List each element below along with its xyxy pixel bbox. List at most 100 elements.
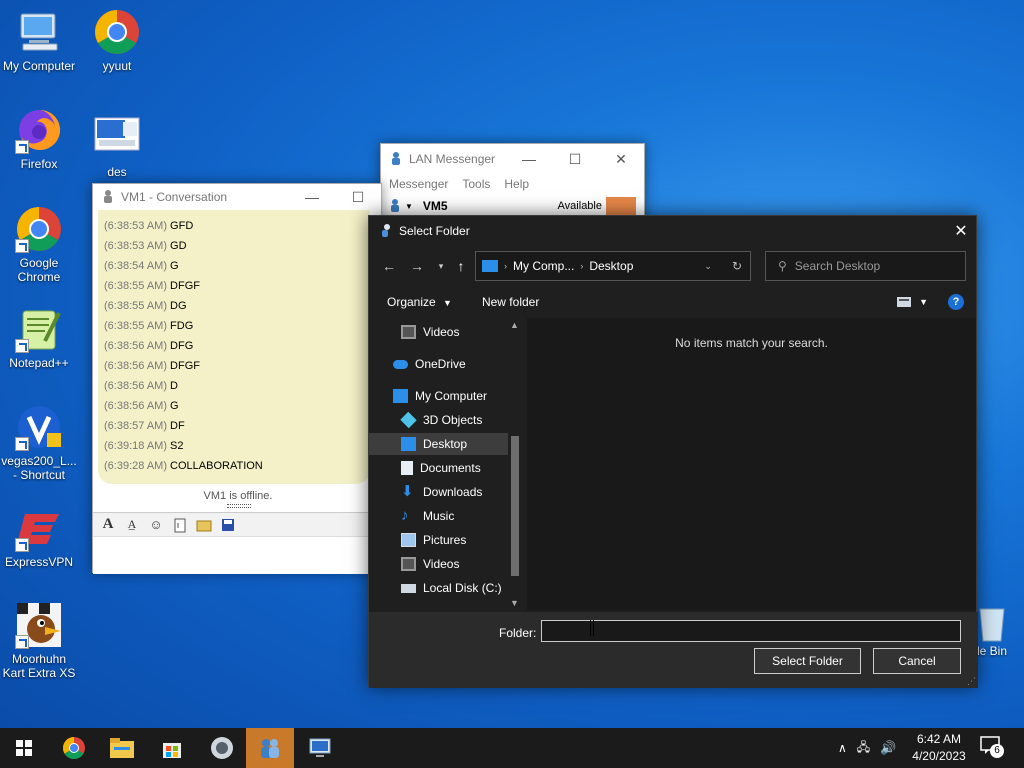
nav-item-onedrive[interactable]: OneDrive — [393, 353, 506, 375]
computer-icon — [393, 389, 408, 403]
scroll-down-icon[interactable]: ▼ — [510, 598, 519, 608]
taskbar-chrome[interactable] — [50, 728, 98, 768]
desktop-icon-label: Google Chrome — [17, 256, 61, 284]
taskbar-remote-desktop[interactable] — [296, 728, 344, 768]
clock[interactable]: 6:42 AM 4/20/2023 — [904, 731, 974, 765]
nav-item-videos[interactable]: Videos — [401, 553, 506, 575]
dropdown-icon[interactable]: ▼ — [405, 202, 413, 211]
nav-item-pictures[interactable]: Pictures — [401, 529, 506, 551]
up-icon[interactable]: ↑ — [449, 254, 473, 278]
resize-grip[interactable] — [227, 504, 251, 508]
font-icon[interactable]: A — [99, 516, 117, 534]
status-text[interactable]: Available — [558, 200, 602, 212]
desktop-icon-google-chrome[interactable]: Google Chrome — [0, 205, 78, 284]
navigation-scrollbar[interactable]: ▲ ▼ — [508, 318, 522, 610]
minimize-button[interactable]: — — [289, 184, 335, 210]
nav-item-music[interactable]: ♪ Music — [401, 505, 506, 527]
nav-item-videos-top[interactable]: Videos — [401, 321, 506, 343]
shortcut-arrow-icon — [15, 635, 29, 649]
send-folder-icon[interactable] — [195, 516, 213, 534]
desktop-icon — [401, 437, 416, 451]
notification-center-button[interactable]: 6 — [980, 736, 1008, 760]
taskbar-app-steam[interactable] — [198, 728, 246, 768]
address-dropdown-icon[interactable]: ⌄ — [704, 261, 712, 272]
view-options-icon[interactable]: ▼ — [897, 297, 928, 307]
start-button[interactable] — [0, 728, 48, 768]
offline-status: VM1 is offline. — [203, 490, 273, 502]
file-list-pane[interactable]: No items match your search. — [527, 318, 976, 610]
desktop-icon-notepadpp[interactable]: Notepad++ — [0, 305, 78, 370]
conversation-titlebar[interactable]: VM1 - Conversation — ☐ — [93, 184, 381, 210]
dialog-titlebar[interactable]: Select Folder — [369, 216, 976, 246]
taskbar-file-explorer[interactable] — [98, 728, 146, 768]
address-bar[interactable]: › My Comp... › Desktop ⌄ ↻ — [475, 251, 751, 281]
resize-grip-icon[interactable]: ⋰ — [967, 676, 976, 687]
maximize-button[interactable]: ☐ — [552, 144, 598, 174]
desktop-icon-des[interactable]: des — [78, 114, 156, 179]
message-input[interactable] — [93, 536, 383, 574]
taskbar-lan-messenger[interactable] — [246, 728, 294, 768]
select-folder-button[interactable]: Select Folder — [754, 648, 861, 674]
moorhuhn-icon — [15, 601, 63, 649]
refresh-icon[interactable]: ↻ — [732, 259, 742, 273]
smiley-icon[interactable]: ☺ — [147, 516, 165, 534]
desktop-icon-label: Firefox — [20, 157, 58, 171]
lan-messenger-titlebar[interactable]: LAN Messenger — ☐ ✕ — [381, 144, 644, 174]
nav-item-my-computer[interactable]: My Computer — [393, 385, 506, 407]
chat-history[interactable]: (6:38:53 AM) GFD (6:38:53 AM) GD (6:38:54 … — [98, 210, 370, 484]
font-color-icon[interactable]: A̲ — [123, 516, 141, 534]
message-timestamp: (6:38:53 AM) — [104, 220, 167, 232]
desktop-icon-expressvpn[interactable]: ExpressVPN — [0, 504, 78, 569]
nav-item-documents[interactable]: Documents — [401, 457, 506, 479]
maximize-button[interactable]: ☐ — [335, 184, 381, 210]
menu-help[interactable]: Help — [504, 177, 529, 191]
notification-badge: 6 — [990, 744, 1004, 758]
folder-input[interactable] — [541, 620, 961, 642]
dialog-app-icon — [379, 223, 393, 240]
taskbar-store[interactable] — [148, 728, 196, 768]
chat-message: (6:38:56 AM) DFG — [98, 336, 370, 356]
desktop-icon-label: des — [107, 165, 127, 179]
chevron-up-icon[interactable]: ∧ — [838, 741, 847, 755]
message-text: DFGF — [170, 360, 200, 372]
message-timestamp: (6:38:55 AM) — [104, 300, 167, 312]
network-icon[interactable]: 🖧 — [857, 738, 870, 759]
new-folder-button[interactable]: New folder — [482, 295, 539, 309]
desktop-icon-my-computer[interactable]: My Computer — [0, 8, 78, 73]
message-text: DFGF — [170, 280, 200, 292]
volume-icon[interactable]: 🔊 — [880, 740, 896, 756]
cancel-button[interactable]: Cancel — [873, 648, 961, 674]
navigation-pane[interactable]: Videos OneDrive My Computer 3D Objects D… — [369, 318, 525, 610]
conversation-window[interactable]: VM1 - Conversation — ☐ (6:38:53 AM) GFD(… — [92, 183, 383, 574]
attach-file-icon[interactable] — [171, 516, 189, 534]
save-icon[interactable] — [219, 516, 237, 534]
nav-item-3d-objects[interactable]: 3D Objects — [400, 409, 506, 431]
search-box[interactable]: ⚲ Search Desktop — [765, 251, 966, 281]
menu-tools[interactable]: Tools — [462, 177, 490, 191]
scroll-thumb[interactable] — [511, 436, 519, 576]
message-timestamp: (6:38:53 AM) — [104, 240, 167, 252]
nav-item-downloads[interactable]: ⬇ Downloads — [401, 481, 506, 503]
forward-icon[interactable]: → — [405, 254, 429, 278]
close-button[interactable]: ✕ — [946, 216, 976, 246]
help-icon[interactable]: ? — [948, 294, 964, 310]
vegas-icon — [15, 403, 63, 451]
desktop-icon-yyuut[interactable]: yyuut — [78, 8, 156, 73]
minimize-button[interactable]: — — [506, 144, 552, 174]
nav-item-local-disk[interactable]: Local Disk (C:) — [401, 577, 508, 599]
desktop-icon-moorhuhn[interactable]: Moorhuhn Kart Extra XS — [0, 601, 78, 680]
menu-messenger[interactable]: Messenger — [389, 177, 448, 191]
organize-button[interactable]: Organize ▼ — [387, 295, 452, 309]
clock-date: 4/20/2023 — [912, 749, 966, 763]
desktop-icon-firefox[interactable]: Firefox — [0, 106, 78, 171]
breadcrumb-my-computer[interactable]: My Comp... — [513, 259, 574, 273]
nav-item-desktop[interactable]: Desktop — [369, 433, 508, 455]
breadcrumb-desktop[interactable]: Desktop — [589, 259, 633, 273]
desktop-icon-vegas[interactable]: vegas200_L... - Shortcut — [0, 403, 78, 482]
folder-label: Folder: — [499, 626, 537, 640]
scroll-up-icon[interactable]: ▲ — [510, 320, 519, 330]
back-icon[interactable]: ← — [377, 254, 401, 278]
chat-message: (6:39:18 AM) S2 — [98, 436, 370, 456]
close-button[interactable]: ✕ — [598, 144, 644, 174]
select-folder-dialog[interactable]: Select Folder ✕ ← → ▾ ↑ › My Comp... › D… — [368, 215, 978, 688]
